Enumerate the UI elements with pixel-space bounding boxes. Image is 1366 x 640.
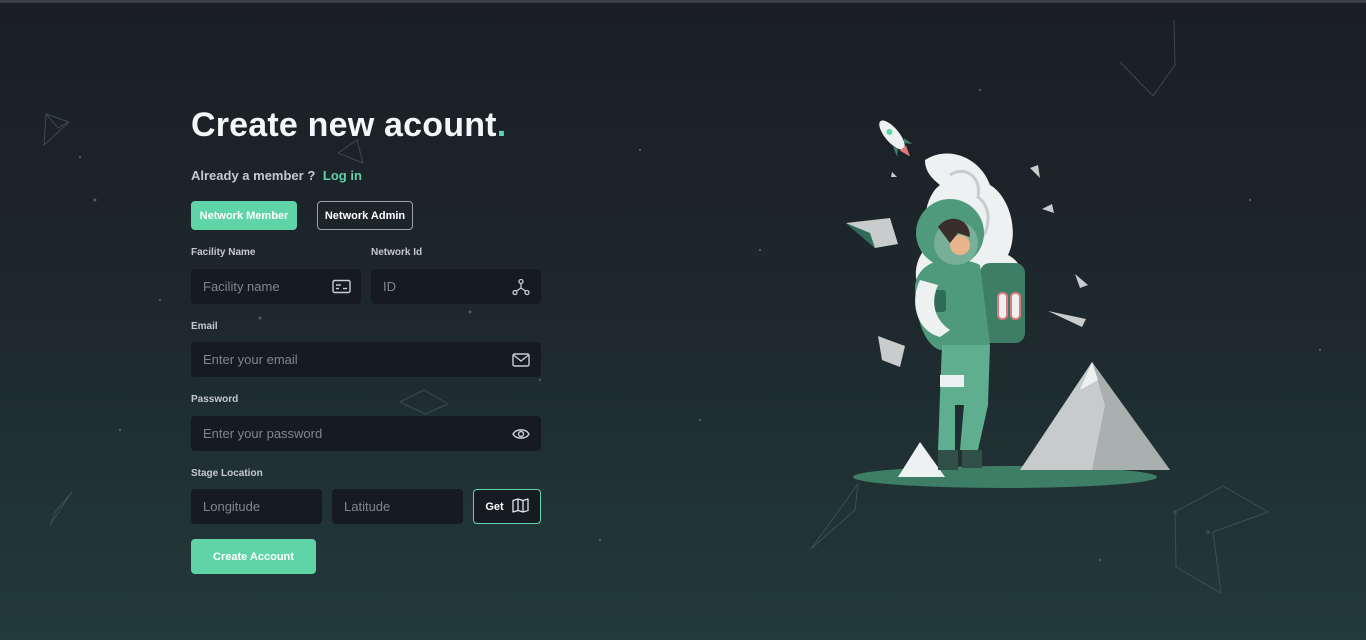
- network-id-field[interactable]: [371, 269, 541, 304]
- map-icon: [512, 497, 529, 516]
- id-card-icon: [331, 277, 351, 297]
- longitude-input[interactable]: [201, 498, 312, 515]
- stage-location-label: Stage Location: [191, 468, 263, 479]
- page-title: Create new acount.: [191, 106, 507, 144]
- network-icon: [511, 277, 531, 297]
- get-location-button[interactable]: Get: [473, 489, 541, 524]
- mountain-small: [898, 442, 945, 477]
- latitude-field[interactable]: [332, 489, 463, 524]
- longitude-field[interactable]: [191, 489, 322, 524]
- create-account-button[interactable]: Create Account: [191, 539, 316, 574]
- member-prompt-line: Already a member ? Log in: [191, 168, 362, 183]
- login-link[interactable]: Log in: [323, 168, 362, 183]
- get-location-label: Get: [485, 500, 504, 513]
- mail-icon: [511, 350, 531, 370]
- network-id-input[interactable]: [381, 278, 511, 295]
- member-prompt-text: Already a member ?: [191, 168, 316, 183]
- email-field[interactable]: [191, 342, 541, 377]
- title-accent-dot: .: [496, 106, 507, 144]
- eye-icon[interactable]: [511, 424, 531, 444]
- email-label: Email: [191, 321, 218, 332]
- facility-name-label: Facility Name: [191, 247, 256, 258]
- password-input[interactable]: [201, 425, 511, 442]
- password-field[interactable]: [191, 416, 541, 451]
- network-id-label: Network Id: [371, 247, 423, 258]
- email-input[interactable]: [201, 351, 511, 368]
- latitude-input[interactable]: [342, 498, 453, 515]
- network-member-button[interactable]: Network Member: [191, 201, 297, 230]
- facility-name-field[interactable]: [191, 269, 361, 304]
- password-label: Password: [191, 394, 239, 405]
- rocket-icon: [879, 120, 913, 157]
- astronaut-illustration: [846, 120, 1170, 488]
- network-admin-button[interactable]: Network Admin: [317, 201, 413, 230]
- facility-name-input[interactable]: [201, 278, 331, 295]
